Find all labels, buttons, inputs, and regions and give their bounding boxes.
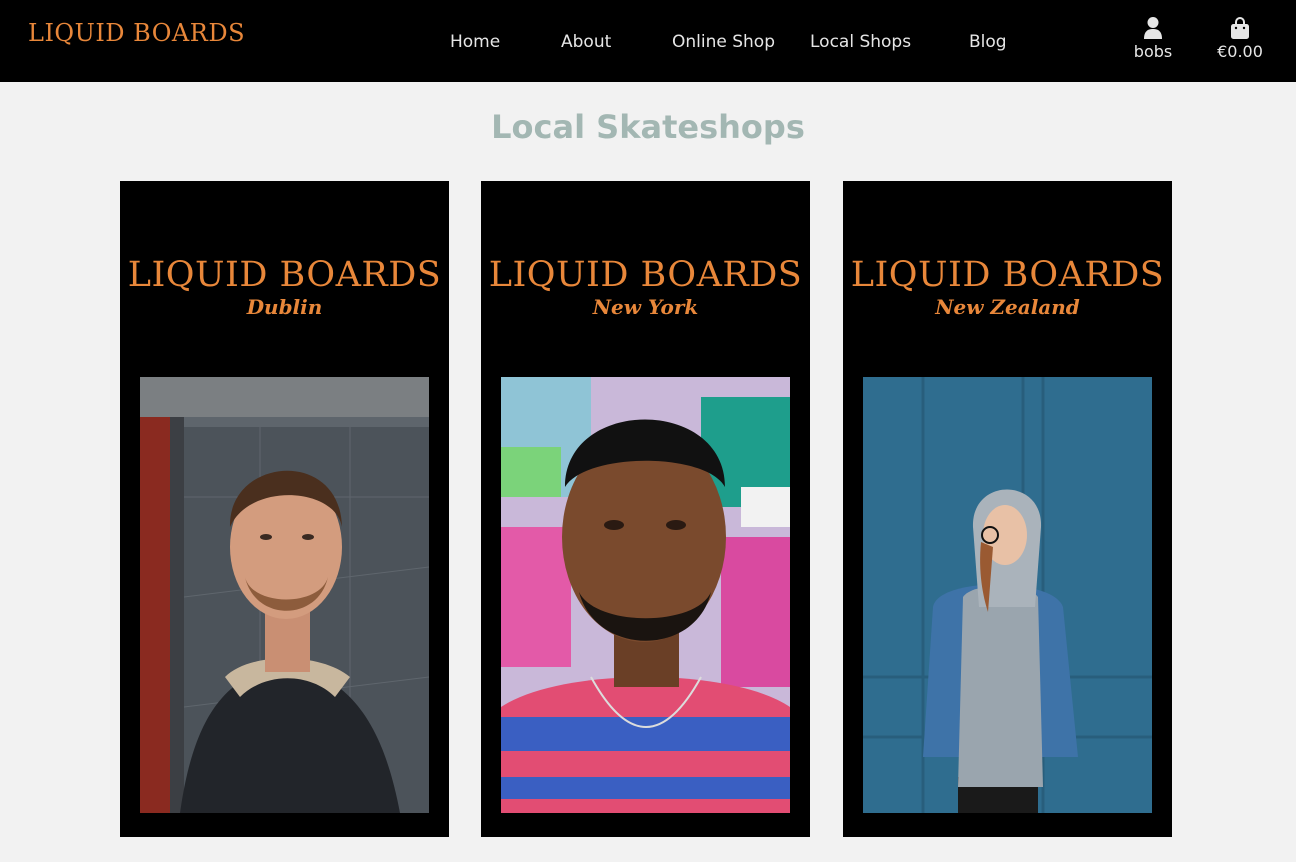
nav-home[interactable]: Home <box>450 32 500 54</box>
nav-blog[interactable]: Blog <box>969 32 1007 54</box>
card-brand: LIQUID BOARDS <box>127 255 442 295</box>
bag-total: €0.00 <box>1217 42 1263 61</box>
nav-online-shop[interactable]: Online Shop <box>672 32 775 54</box>
card-city: Dublin <box>246 295 323 319</box>
bag-link[interactable]: €0.00 <box>1208 16 1272 61</box>
shop-photo-new-york <box>501 377 790 813</box>
shop-card-dublin[interactable]: LIQUID BOARDS Dublin <box>120 181 449 837</box>
shop-photo-dublin <box>140 377 429 813</box>
shop-card-new-zealand[interactable]: LIQUID BOARDS New Zealand <box>843 181 1172 837</box>
nav-local-shops[interactable]: Local Shops <box>810 32 911 54</box>
card-brand: LIQUID BOARDS <box>850 255 1165 295</box>
card-city: New Zealand <box>935 295 1080 319</box>
nav-about[interactable]: About <box>561 32 611 54</box>
card-brand: LIQUID BOARDS <box>488 255 803 295</box>
shop-card-new-york[interactable]: LIQUID BOARDS New York <box>481 181 810 837</box>
shop-photo-new-zealand <box>863 377 1152 813</box>
account-label: bobs <box>1133 42 1173 61</box>
shopping-bag-icon <box>1208 16 1272 40</box>
navbar: LIQUID BOARDS Home About Online Shop Loc… <box>0 0 1296 82</box>
account-link[interactable]: bobs <box>1128 16 1178 61</box>
user-icon <box>1128 16 1178 40</box>
card-city: New York <box>592 295 699 319</box>
page-title: Local Skateshops <box>491 108 805 146</box>
brand-logo[interactable]: LIQUID BOARDS <box>28 19 245 47</box>
